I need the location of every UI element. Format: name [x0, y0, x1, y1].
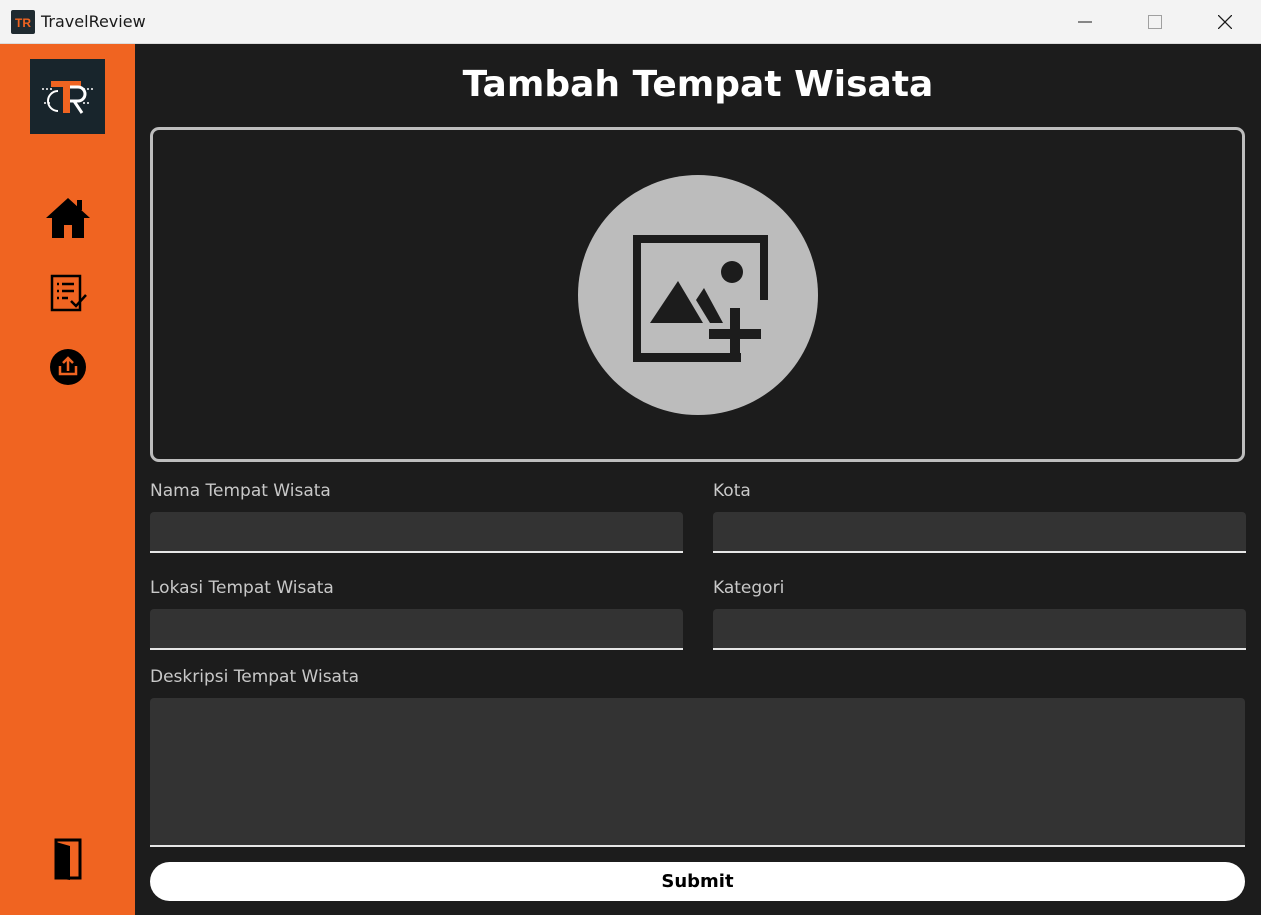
sidebar	[0, 44, 135, 915]
main-content: Tambah Tempat Wisata Nama Tempat Wisata …	[135, 44, 1261, 915]
upload-icon	[50, 349, 86, 385]
app-logo	[30, 59, 105, 134]
window-title: TravelReview	[41, 12, 146, 31]
kota-input[interactable]	[713, 512, 1246, 553]
nama-label: Nama Tempat Wisata	[150, 481, 331, 501]
maximize-icon	[1148, 15, 1162, 29]
review-checklist-icon	[50, 274, 87, 312]
svg-text:TR: TR	[15, 16, 31, 30]
sidebar-item-upload[interactable]	[44, 344, 92, 392]
close-icon	[1218, 15, 1232, 29]
minimize-icon	[1078, 21, 1092, 23]
home-icon	[46, 198, 90, 238]
page-title: Tambah Tempat Wisata	[462, 64, 934, 105]
deskripsi-textarea[interactable]	[150, 698, 1245, 847]
window-titlebar: TR TravelReview	[0, 0, 1261, 44]
app-logo-icon: TR	[11, 10, 35, 34]
lokasi-label: Lokasi Tempat Wisata	[150, 578, 334, 598]
kategori-label: Kategori	[713, 578, 785, 598]
submit-button[interactable]: Submit	[150, 862, 1245, 901]
add-image-button[interactable]	[578, 175, 818, 415]
kota-label: Kota	[713, 481, 751, 501]
close-button[interactable]	[1190, 0, 1260, 44]
image-upload-area[interactable]	[150, 127, 1245, 462]
sidebar-item-logout[interactable]	[44, 836, 92, 884]
nama-tempat-input[interactable]	[150, 512, 683, 553]
sidebar-item-review[interactable]	[44, 272, 92, 320]
maximize-button[interactable]	[1120, 0, 1190, 44]
add-image-icon	[578, 175, 818, 415]
deskripsi-label: Deskripsi Tempat Wisata	[150, 667, 360, 687]
sidebar-item-home[interactable]	[44, 194, 92, 242]
kategori-input[interactable]	[713, 609, 1246, 650]
minimize-button[interactable]	[1050, 0, 1120, 44]
lokasi-input[interactable]	[150, 609, 683, 650]
logout-door-icon	[54, 838, 82, 880]
